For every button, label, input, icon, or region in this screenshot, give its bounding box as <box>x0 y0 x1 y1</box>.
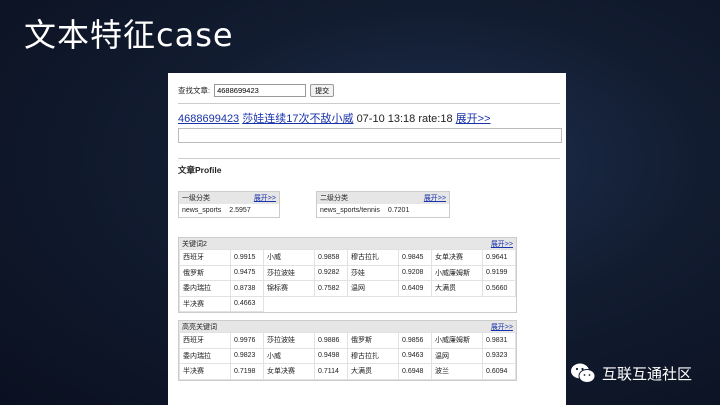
article-id-link[interactable]: 4688699423 <box>178 113 239 125</box>
article-content-box <box>178 128 562 143</box>
category1-box: 一级分类 展开>> news_sports 2.5957 <box>178 191 280 218</box>
keyword-word: 莎拉波娃 <box>263 264 315 281</box>
keyword-row: 半决赛 0.7198 女单决赛 0.7114 大满贯 0.6948 波兰 0.6094 <box>179 363 516 380</box>
keywords2-table: 西班牙 0.9915 小威 0.9858 穆古拉扎 0.9845 女单决赛 0.9641 俄罗斯… <box>179 249 516 312</box>
keyword-word: 俄罗斯 <box>347 332 399 349</box>
slide-title: 文本特征case <box>24 16 234 54</box>
keyword-row: 西班牙 0.9915 小威 0.9858 穆古拉扎 0.9845 女单决赛 0.9641 <box>179 249 516 266</box>
keyword-word: 锦标赛 <box>263 280 315 297</box>
category2-name: news_sports/tennis <box>320 207 380 214</box>
search-row: 查找文章: 提交 <box>178 84 335 97</box>
keyword-score: 0.9976 <box>230 332 264 349</box>
keyword-score: 0.6409 <box>398 280 432 297</box>
keyword-word: 温网 <box>431 347 483 364</box>
keyword-word: 波兰 <box>431 363 483 380</box>
keyword-row: 西班牙 0.9976 莎拉波娃 0.9886 俄罗斯 0.9856 小威廉姆斯 0.9831 <box>179 332 516 349</box>
keyword-word: 莎拉波娃 <box>263 332 315 349</box>
keyword-score: 0.6948 <box>398 363 432 380</box>
keyword-word: 莎娃 <box>347 264 399 281</box>
article-rate: rate:18 <box>418 113 453 125</box>
category2-header: 二级分类 <box>320 195 348 202</box>
category2-expand-link[interactable]: 展开>> <box>424 193 446 203</box>
keyword-score: 0.5660 <box>482 280 516 297</box>
keyword-word: 俄罗斯 <box>179 264 231 281</box>
keyword-word: 半决赛 <box>179 363 231 380</box>
keyword-word: 女单决赛 <box>263 363 315 380</box>
article-expand-link[interactable]: 展开>> <box>456 113 491 125</box>
keyword-score: 0.9463 <box>398 347 432 364</box>
highlight-expand-link[interactable]: 展开>> <box>491 322 513 332</box>
keyword-row: 俄罗斯 0.9475 莎拉波娃 0.9282 莎娃 0.9208 小威廉姆斯 0.9199 <box>179 264 516 281</box>
highlight-box: 高亮关键词 展开>> 西班牙 0.9976 莎拉波娃 0.9886 俄罗斯 0.9856 小… <box>178 320 517 381</box>
keywords2-box: 关键词2 展开>> 西班牙 0.9915 小威 0.9858 穆古拉扎 0.9845 女单决… <box>178 237 517 313</box>
keyword-word: 小威廉姆斯 <box>431 332 483 349</box>
keyword-score: 0.9475 <box>230 264 264 281</box>
keyword-word: 西班牙 <box>179 249 231 266</box>
highlight-header: 高亮关键词 <box>182 323 217 331</box>
keyword-word: 温网 <box>347 280 399 297</box>
keyword-score: 0.9641 <box>482 249 516 266</box>
keyword-score: 0.6094 <box>482 363 516 380</box>
keyword-score: 0.9199 <box>482 264 516 281</box>
keyword-score: 0.9323 <box>482 347 516 364</box>
article-date: 07-10 13:18 <box>356 113 416 125</box>
category2-score: 0.7201 <box>387 207 410 214</box>
keyword-row: 委内瑞拉 0.8738 锦标赛 0.7582 温网 0.6409 大满贯 0.5660 <box>179 280 516 297</box>
keyword-score: 0.9845 <box>398 249 432 266</box>
keyword-row: 委内瑞拉 0.9823 小威 0.9498 穆古拉扎 0.9463 温网 0.9323 <box>179 347 516 364</box>
keyword-score: 0.9823 <box>230 347 264 364</box>
article-title-link[interactable]: 莎娃连续17次不敌小威 <box>242 113 353 125</box>
keyword-score: 0.4663 <box>230 295 264 312</box>
keyword-word: 穆古拉扎 <box>347 249 399 266</box>
submit-button[interactable]: 提交 <box>310 84 335 97</box>
keyword-word: 小威廉姆斯 <box>431 264 483 281</box>
keyword-row: 半决赛 0.4663 <box>179 295 516 312</box>
brand-name: 互联互通社区 <box>602 364 693 383</box>
keyword-word: 小威 <box>263 347 315 364</box>
keyword-score: 0.8738 <box>230 280 264 297</box>
category1-score: 2.5957 <box>229 207 251 214</box>
keyword-score: 0.9831 <box>482 332 516 349</box>
keyword-score: 0.7582 <box>314 280 348 297</box>
keyword-score: 0.9886 <box>314 332 348 349</box>
keyword-word: 大满贯 <box>431 280 483 297</box>
highlight-table: 西班牙 0.9976 莎拉波娃 0.9886 俄罗斯 0.9856 小威廉姆斯 0.9831 委… <box>179 332 516 380</box>
keyword-word: 委内瑞拉 <box>179 280 231 297</box>
keyword-score: 0.9856 <box>398 332 432 349</box>
divider <box>178 158 560 159</box>
keyword-score: 0.9498 <box>314 347 348 364</box>
keyword-score: 0.9858 <box>314 249 348 266</box>
keyword-score: 0.7114 <box>314 363 348 380</box>
divider <box>178 103 560 104</box>
article-line: 4688699423 莎娃连续17次不敌小威 07-10 13:18 rate:… <box>178 110 491 126</box>
search-label: 查找文章: <box>178 86 211 95</box>
keyword-word: 大满贯 <box>347 363 399 380</box>
keywords2-expand-link[interactable]: 展开>> <box>491 239 513 249</box>
keyword-score: 0.7198 <box>230 363 264 380</box>
keyword-word: 女单决赛 <box>431 249 483 266</box>
brand: 互联互通社区 <box>570 362 692 384</box>
search-input[interactable] <box>214 84 307 97</box>
article-profile-panel: 查找文章: 提交 4688699423 莎娃连续17次不敌小威 07-10 13… <box>168 73 566 405</box>
keywords2-header: 关键词2 <box>182 240 207 248</box>
category1-expand-link[interactable]: 展开>> <box>254 193 276 203</box>
keyword-word: 半决赛 <box>179 295 231 312</box>
keyword-score: 0.9915 <box>230 249 264 266</box>
profile-title: 文章Profile <box>178 165 222 175</box>
keyword-score: 0.9282 <box>314 264 348 281</box>
keyword-word: 西班牙 <box>179 332 231 349</box>
wechat-icon <box>571 363 596 383</box>
category1-header: 一级分类 <box>182 195 210 202</box>
keyword-word: 委内瑞拉 <box>179 347 231 364</box>
keyword-word: 小威 <box>263 249 315 266</box>
keyword-word: 穆古拉扎 <box>347 347 399 364</box>
category2-box: 二级分类 展开>> news_sports/tennis 0.7201 <box>316 191 450 218</box>
category1-name: news_sports <box>182 207 222 214</box>
keyword-score: 0.9208 <box>398 264 432 281</box>
